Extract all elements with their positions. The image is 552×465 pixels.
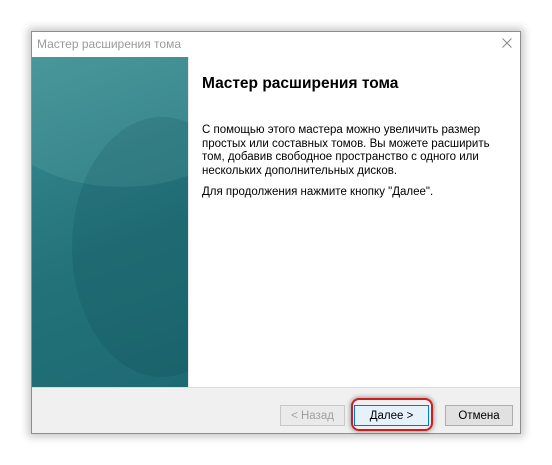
wizard-heading: Мастер расширения тома [202, 75, 399, 92]
wizard-side-banner [32, 57, 188, 387]
close-button[interactable] [494, 32, 520, 54]
close-icon [502, 38, 512, 48]
window-title: Мастер расширения тома [37, 37, 181, 51]
cancel-button[interactable]: Отмена [445, 405, 513, 426]
wizard-dialog: Мастер расширения тома Мастер расширения… [31, 31, 521, 434]
intro-text: С помощью этого мастера можно увеличить … [202, 124, 490, 177]
panel-divider [188, 57, 189, 387]
screenshot-stage: Мастер расширения тома Мастер расширения… [0, 0, 552, 465]
button-bar: < Назад Далее > Отмена [32, 387, 520, 433]
back-button[interactable]: < Назад [280, 405, 345, 426]
next-button[interactable]: Далее > [354, 405, 429, 426]
continue-instruction: Для продолжения нажмите кнопку "Далее". [202, 186, 434, 198]
title-bar: Мастер расширения тома [32, 32, 520, 57]
